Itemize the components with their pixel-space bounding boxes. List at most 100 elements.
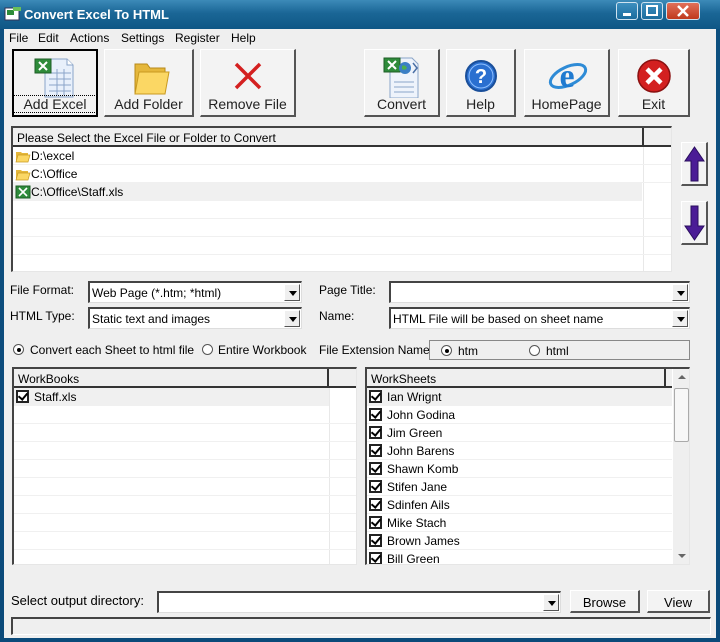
empty-row: [14, 478, 356, 496]
worksheet-item[interactable]: Mike Stach: [367, 514, 672, 532]
worksheet-item[interactable]: Stifen Jane: [367, 478, 672, 496]
close-button[interactable]: [666, 2, 700, 20]
worksheet-item[interactable]: Brown James: [367, 532, 672, 550]
file-list[interactable]: Please Select the Excel File or Folder t…: [11, 126, 672, 272]
help-label: Help: [466, 96, 495, 112]
minimize-button[interactable]: [616, 2, 638, 20]
worksheets-scrollbar[interactable]: [673, 369, 689, 564]
output-directory-select[interactable]: [157, 591, 561, 613]
worksheet-checkbox[interactable]: [369, 552, 382, 564]
maximize-button[interactable]: [641, 2, 663, 20]
worksheet-checkbox[interactable]: [369, 408, 382, 421]
menu-register[interactable]: Register: [175, 31, 220, 45]
page-title-select[interactable]: [389, 281, 690, 303]
page-title-label: Page Title:: [319, 283, 376, 297]
workbook-item[interactable]: Staff.xls: [14, 388, 329, 406]
menu-actions[interactable]: Actions: [70, 31, 109, 45]
html-radio[interactable]: [529, 345, 540, 356]
empty-row: [14, 550, 356, 564]
browse-button[interactable]: Browse: [570, 590, 640, 613]
worksheet-item[interactable]: Jim Green: [367, 424, 672, 442]
worksheet-item[interactable]: Shawn Komb: [367, 460, 672, 478]
html-type-select[interactable]: Static text and images: [88, 307, 302, 329]
scroll-up-arrow-icon[interactable]: [673, 369, 689, 386]
worksheet-item[interactable]: Bill Green: [367, 550, 672, 565]
empty-row: [14, 514, 356, 532]
exit-button[interactable]: Exit: [618, 49, 690, 117]
chevron-down-icon[interactable]: [543, 594, 559, 611]
name-select[interactable]: HTML File will be based on sheet name: [389, 307, 690, 329]
convert-each-sheet-radio[interactable]: [13, 344, 24, 355]
htm-label[interactable]: htm: [458, 344, 478, 358]
arrow-down-icon: [684, 205, 705, 241]
chevron-down-icon[interactable]: [672, 284, 688, 301]
chevron-down-icon[interactable]: [284, 284, 300, 301]
worksheet-checkbox[interactable]: [369, 480, 382, 493]
empty-row: [14, 424, 356, 442]
empty-row: [14, 532, 356, 550]
worksheet-name: John Godina: [387, 408, 456, 422]
name-value: HTML File will be based on sheet name: [393, 312, 604, 326]
title-bar: Convert Excel To HTML: [0, 0, 720, 29]
empty-row: [13, 219, 671, 237]
convert-each-sheet-label[interactable]: Convert each Sheet to html file: [30, 343, 194, 357]
worksheet-item[interactable]: John Godina: [367, 406, 672, 424]
file-list-header[interactable]: Please Select the Excel File or Folder t…: [13, 128, 642, 147]
worksheets-list[interactable]: WorkSheets Ian Wrignt John Godina Jim Gree…: [365, 367, 690, 565]
view-button[interactable]: View: [647, 590, 710, 613]
ie-icon: e: [548, 58, 587, 95]
worksheet-item[interactable]: John Barens: [367, 442, 672, 460]
workbook-name: Staff.xls: [34, 390, 77, 404]
worksheet-checkbox[interactable]: [369, 534, 382, 547]
worksheet-item[interactable]: Sdinfen Ails: [367, 496, 672, 514]
file-list-item[interactable]: C:\Office: [13, 165, 671, 183]
worksheet-name: Bill Green: [387, 552, 440, 565]
html-label[interactable]: html: [546, 344, 569, 358]
add-excel-button[interactable]: Add Excel: [12, 49, 98, 117]
menu-bar: File Edit Actions Settings Register Help: [4, 29, 716, 47]
workbooks-header[interactable]: WorkBooks: [14, 369, 327, 388]
workbook-checkbox[interactable]: [16, 390, 29, 403]
move-up-button[interactable]: [681, 142, 708, 186]
remove-file-button[interactable]: Remove File: [200, 49, 296, 117]
file-format-select[interactable]: Web Page (*.htm; *html): [88, 281, 302, 303]
move-down-button[interactable]: [681, 201, 708, 245]
worksheets-header[interactable]: WorkSheets: [367, 369, 664, 388]
add-folder-button[interactable]: Add Folder: [104, 49, 194, 117]
worksheet-checkbox[interactable]: [369, 462, 382, 475]
file-list-item[interactable]: D:\excel: [13, 147, 671, 165]
empty-row: [13, 237, 671, 255]
file-list-header-end: [642, 128, 671, 147]
worksheet-name: Ian Wrignt: [387, 390, 442, 404]
html-type-label: HTML Type:: [10, 309, 75, 323]
htm-radio[interactable]: [441, 345, 452, 356]
worksheet-checkbox[interactable]: [369, 516, 382, 529]
worksheet-checkbox[interactable]: [369, 444, 382, 457]
worksheet-checkbox[interactable]: [369, 426, 382, 439]
worksheet-checkbox[interactable]: [369, 390, 382, 403]
entire-workbook-label[interactable]: Entire Workbook: [218, 343, 306, 357]
scroll-down-arrow-icon[interactable]: [673, 548, 689, 564]
menu-help[interactable]: Help: [231, 31, 256, 45]
worksheet-checkbox[interactable]: [369, 498, 382, 511]
menu-settings[interactable]: Settings: [121, 31, 164, 45]
close-icon: [677, 5, 689, 17]
worksheet-item[interactable]: Ian Wrignt: [367, 388, 672, 406]
chevron-down-icon[interactable]: [284, 310, 300, 327]
app-window: Convert Excel To HTML File Edit Actions …: [0, 0, 720, 642]
menu-edit[interactable]: Edit: [38, 31, 59, 45]
excel-file-icon: [15, 185, 31, 199]
file-ext-group: htm html: [429, 340, 690, 360]
homepage-button[interactable]: e HomePage: [524, 49, 610, 117]
chevron-down-icon[interactable]: [672, 310, 688, 327]
help-button[interactable]: ? Help: [446, 49, 516, 117]
red-x-icon: [234, 62, 261, 90]
status-bar: [11, 617, 711, 635]
workbooks-list[interactable]: WorkBooks Staff.xls: [12, 367, 357, 565]
convert-button[interactable]: Convert: [364, 49, 440, 117]
file-list-item[interactable]: C:\Office\Staff.xls: [13, 183, 642, 201]
entire-workbook-radio[interactable]: [202, 344, 213, 355]
worksheet-name: Sdinfen Ails: [387, 498, 450, 512]
scrollbar-thumb[interactable]: [674, 388, 689, 442]
menu-file[interactable]: File: [9, 31, 28, 45]
